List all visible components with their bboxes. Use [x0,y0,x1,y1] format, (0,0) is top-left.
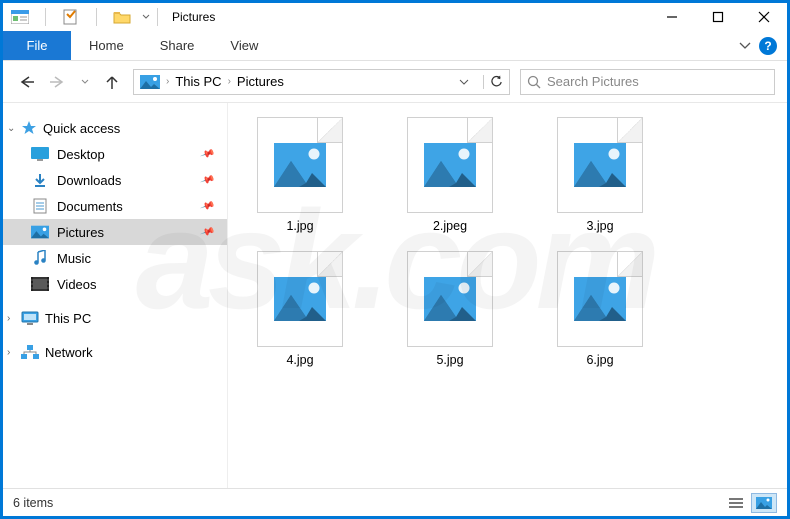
file-thumbnail [557,117,643,213]
sidebar-item-label: Downloads [57,173,121,188]
address-pictures-icon [140,75,160,89]
videos-icon [31,275,49,293]
pin-icon: 📌 [199,224,215,239]
pin-icon: 📌 [199,172,215,187]
sidebar-item-label: Documents [57,199,123,214]
documents-icon [31,197,49,215]
file-name: 6.jpg [586,353,613,367]
view-details-button[interactable] [723,493,749,513]
expand-icon[interactable]: ⌄ [7,123,15,134]
address-dropdown-icon[interactable] [454,79,474,85]
music-icon [31,249,49,267]
app-icon [11,8,29,26]
file-thumbnail [257,117,343,213]
close-button[interactable] [741,3,787,31]
qat-properties-icon[interactable] [62,8,80,26]
help-icon[interactable]: ? [759,37,777,55]
breadcrumb-pictures[interactable]: Pictures [237,74,284,89]
refresh-button[interactable] [483,75,503,89]
file-item[interactable]: 5.jpg [390,251,510,367]
expand-icon[interactable]: › [7,347,10,358]
pin-icon: 📌 [199,198,215,213]
pictures-icon [31,223,49,241]
sidebar-item-music[interactable]: Music [3,245,227,271]
file-item[interactable]: 2.jpeg [390,117,510,233]
tab-share[interactable]: Share [142,31,213,60]
breadcrumb-this-pc[interactable]: This PC [175,74,221,89]
file-name: 2.jpeg [433,219,467,233]
sidebar-item-label: Music [57,251,91,266]
file-name: 3.jpg [586,219,613,233]
qat-dropdown-icon[interactable] [141,8,151,26]
search-placeholder: Search Pictures [547,74,639,89]
tab-home[interactable]: Home [71,31,142,60]
pin-icon: 📌 [199,146,215,161]
chevron-right-icon[interactable]: › [228,76,231,87]
nav-up-button[interactable] [101,71,123,93]
nav-this-pc[interactable]: › This PC [3,305,227,331]
file-thumbnail [407,251,493,347]
network-icon [21,345,39,359]
status-item-count: 6 items [13,496,53,510]
title-bar: Pictures [3,3,787,31]
desktop-icon [31,145,49,163]
downloads-icon [31,171,49,189]
file-name: 1.jpg [286,219,313,233]
star-icon [21,120,37,136]
sidebar-item-videos[interactable]: Videos [3,271,227,297]
file-item[interactable]: 6.jpg [540,251,660,367]
file-thumbnail [557,251,643,347]
minimize-button[interactable] [649,3,695,31]
address-row: › This PC › Pictures Search Pictures [3,61,787,103]
sidebar-item-documents[interactable]: Documents 📌 [3,193,227,219]
view-thumbnails-button[interactable] [751,493,777,513]
nav-forward-button[interactable] [47,71,69,93]
sidebar-item-downloads[interactable]: Downloads 📌 [3,167,227,193]
sidebar-item-label: Pictures [57,225,104,240]
nav-quick-access[interactable]: ⌄ Quick access [3,115,227,141]
qat-folder-icon[interactable] [113,8,131,26]
search-icon [527,75,541,89]
file-name: 4.jpg [286,353,313,367]
file-thumbnail [257,251,343,347]
chevron-right-icon[interactable]: › [166,76,169,87]
sidebar-item-label: Desktop [57,147,105,162]
nav-back-button[interactable] [15,71,37,93]
tab-view[interactable]: View [212,31,276,60]
nav-recent-dropdown[interactable] [79,71,91,93]
navigation-pane: ⌄ Quick access Desktop📌Downloads📌Documen… [3,103,228,488]
search-box[interactable]: Search Pictures [520,69,775,95]
sidebar-item-label: Videos [57,277,97,292]
ribbon-expand-icon[interactable] [739,42,751,50]
file-item[interactable]: 4.jpg [240,251,360,367]
nav-network[interactable]: › Network [3,339,227,365]
explorer-window: Pictures File Home Share View ? › This P… [3,3,787,516]
file-item[interactable]: 3.jpg [540,117,660,233]
ribbon-tabs: File Home Share View ? [3,31,787,61]
file-list[interactable]: 1.jpg 2.jpeg 3.jpg 4.jpg 5.jpg 6.jpg [228,103,787,488]
sidebar-item-pictures[interactable]: Pictures 📌 [3,219,227,245]
file-item[interactable]: 1.jpg [240,117,360,233]
status-bar: 6 items [3,488,787,516]
address-bar[interactable]: › This PC › Pictures [133,69,510,95]
maximize-button[interactable] [695,3,741,31]
expand-icon[interactable]: › [7,313,10,324]
computer-icon [21,311,39,325]
file-tab[interactable]: File [3,31,71,60]
file-thumbnail [407,117,493,213]
sidebar-item-desktop[interactable]: Desktop 📌 [3,141,227,167]
file-name: 5.jpg [436,353,463,367]
window-title: Pictures [172,10,215,24]
